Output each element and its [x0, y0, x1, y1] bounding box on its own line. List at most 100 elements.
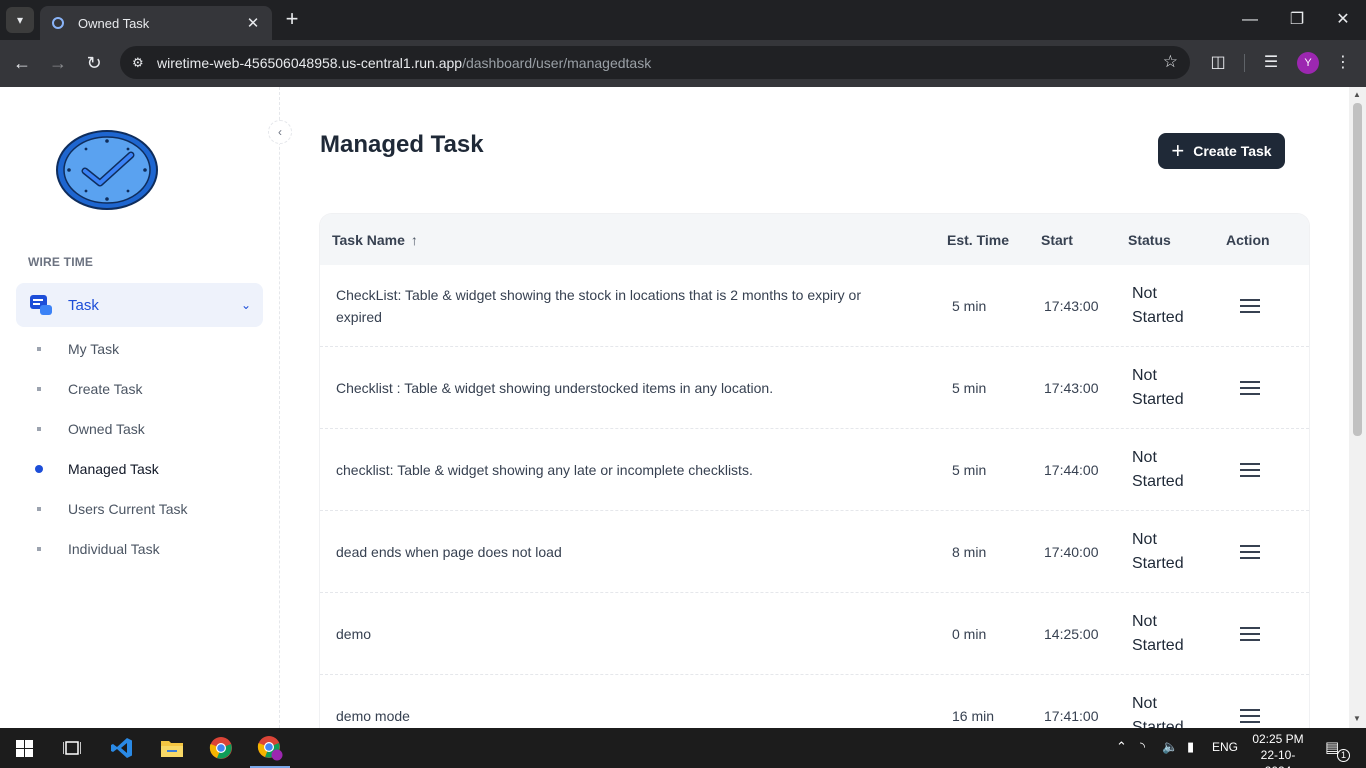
task-start: 17:40:00 [1044, 543, 1099, 560]
minimize-icon[interactable]: — [1238, 8, 1262, 32]
forward-icon[interactable]: → [45, 50, 71, 76]
url-text[interactable]: wiretime-web-456506048958.us-central1.ru… [157, 55, 651, 71]
windows-start-icon[interactable] [0, 728, 48, 768]
site-info-icon[interactable]: ⚙ [132, 55, 152, 71]
sidebar-item-label: Owned Task [68, 421, 145, 437]
task-start: 17:44:00 [1044, 461, 1099, 478]
table-row[interactable]: checklist: Table & widget showing any la… [320, 429, 1309, 511]
column-header-est-time[interactable]: Est. Time [947, 232, 1009, 248]
tasks-table: Task Name ↑ Est. Time Start Status Action… [320, 214, 1309, 728]
task-status: Not Started [1132, 448, 1184, 490]
window-close-icon[interactable]: ✕ [1331, 8, 1355, 32]
tab-favicon-icon [52, 17, 64, 29]
row-menu-icon[interactable] [1240, 298, 1260, 313]
sidebar-item-label: Individual Task [68, 541, 160, 557]
task-est-time: 5 min [952, 297, 987, 314]
create-task-label: Create Task [1193, 143, 1272, 159]
tab-title: Owned Task [78, 15, 150, 31]
task-start: 17:41:00 [1044, 707, 1099, 724]
scroll-thumb[interactable] [1353, 103, 1362, 436]
collapse-sidebar-icon[interactable]: ‹ [268, 120, 292, 144]
create-task-button[interactable]: + Create Task [1158, 133, 1285, 169]
row-menu-icon[interactable] [1240, 462, 1260, 477]
table-row[interactable]: Checklist : Table & widget showing under… [320, 347, 1309, 429]
task-name: CheckList: Table & widget showing the st… [336, 286, 862, 325]
url-host: wiretime-web-456506048958.us-central1.ru… [157, 54, 463, 71]
sidebar-item-create-task[interactable]: Create Task [28, 374, 268, 404]
task-name: checklist: Table & widget showing any la… [336, 461, 753, 478]
browser-tab-bar: ▾ Owned Task ✕ + — ❐ ✕ [0, 0, 1366, 40]
task-view-icon[interactable] [48, 728, 96, 768]
table-row[interactable]: dead ends when page does not load 8 min … [320, 511, 1309, 593]
task-name: demo mode [336, 707, 410, 724]
language-indicator[interactable]: ENG [1212, 740, 1238, 754]
tab-search-chevron-icon[interactable]: ▾ [6, 7, 34, 33]
task-est-time: 5 min [952, 379, 987, 396]
task-name: demo [336, 625, 372, 642]
sidebar-item-managed-task[interactable]: Managed Task [28, 454, 268, 484]
new-tab-icon[interactable]: + [282, 8, 302, 32]
sidebar-item-task-label: Task [68, 296, 99, 314]
task-status: Not Started [1132, 612, 1184, 654]
sidebar-item-task[interactable]: Task ⌄ [16, 283, 263, 327]
tab-close-icon[interactable]: ✕ [244, 14, 262, 32]
media-control-icon[interactable]: ☰ [1259, 51, 1283, 75]
sidebar-item-users-current-task[interactable]: Users Current Task [28, 494, 268, 524]
task-list-icon [30, 295, 52, 315]
table-row[interactable]: demo mode 16 min 17:41:00 Not Started [320, 675, 1309, 728]
bookmark-star-icon[interactable]: ☆ [1163, 52, 1178, 72]
reload-icon[interactable]: ↻ [81, 50, 107, 76]
column-header-label: Task Name [332, 232, 405, 248]
task-start: 17:43:00 [1044, 379, 1099, 396]
sort-arrow-up-icon[interactable]: ↑ [411, 232, 418, 248]
chrome-icon[interactable] [197, 728, 245, 768]
browser-menu-icon[interactable]: ⋮ [1331, 51, 1355, 75]
vscode-icon[interactable] [98, 728, 146, 768]
page-scrollbar[interactable]: ▲ ▼ [1349, 87, 1366, 728]
column-header-action: Action [1226, 232, 1270, 248]
show-hidden-icons-chevron-icon[interactable]: ⌃ [1116, 739, 1127, 755]
row-menu-icon[interactable] [1240, 708, 1260, 723]
chrome-profile-icon[interactable] [246, 728, 294, 768]
column-header-task-name[interactable]: Task Name ↑ [332, 232, 418, 248]
bullet-icon [37, 507, 41, 511]
profile-avatar[interactable]: Y [1297, 52, 1319, 74]
sidebar-item-my-task[interactable]: My Task [28, 334, 268, 364]
clock-time: 02:25 PM [1252, 732, 1304, 746]
task-est-time: 0 min [952, 625, 987, 642]
task-name: Checklist : Table & widget showing under… [336, 379, 774, 396]
browser-toolbar: ← → ↻ ⚙ wiretime-web-456506048958.us-cen… [0, 40, 1366, 87]
sidebar-item-owned-task[interactable]: Owned Task [28, 414, 268, 444]
volume-icon[interactable]: 🔈 [1162, 739, 1178, 755]
scroll-up-icon[interactable]: ▲ [1353, 90, 1361, 99]
wiretime-logo-icon [56, 130, 158, 210]
restore-icon[interactable]: ❐ [1285, 8, 1309, 32]
address-bar[interactable]: ⚙ wiretime-web-456506048958.us-central1.… [120, 46, 1190, 79]
clock-date: 22-10-2024 [1260, 748, 1296, 768]
row-menu-icon[interactable] [1240, 544, 1260, 559]
task-status: Not Started [1132, 530, 1184, 572]
table-row[interactable]: CheckList: Table & widget showing the st… [320, 265, 1309, 347]
column-header-status[interactable]: Status [1128, 232, 1171, 248]
bullet-icon [37, 427, 41, 431]
system-clock[interactable]: 02:25 PM 22-10-2024 [1250, 731, 1306, 768]
toolbar-divider [1244, 54, 1245, 72]
bullet-icon [37, 547, 41, 551]
table-row[interactable]: demo 0 min 14:25:00 Not Started [320, 593, 1309, 675]
row-menu-icon[interactable] [1240, 626, 1260, 641]
table-header: Task Name ↑ Est. Time Start Status Action [320, 214, 1309, 265]
network-icon[interactable]: ◝ [1140, 739, 1145, 755]
sidebar-item-individual-task[interactable]: Individual Task [28, 534, 268, 564]
scroll-down-icon[interactable]: ▼ [1353, 714, 1361, 723]
page-title: Managed Task [320, 131, 484, 158]
browser-tab[interactable]: Owned Task ✕ [40, 6, 272, 40]
extensions-icon[interactable]: ◫ [1206, 51, 1230, 75]
task-start: 14:25:00 [1044, 625, 1099, 642]
file-explorer-icon[interactable] [148, 728, 196, 768]
battery-icon[interactable]: ▮ [1187, 739, 1194, 755]
row-menu-icon[interactable] [1240, 380, 1260, 395]
back-icon[interactable]: ← [9, 50, 35, 76]
column-header-start[interactable]: Start [1041, 232, 1073, 248]
sidebar-item-label: My Task [68, 341, 120, 357]
chevron-down-icon[interactable]: ⌄ [241, 298, 251, 312]
